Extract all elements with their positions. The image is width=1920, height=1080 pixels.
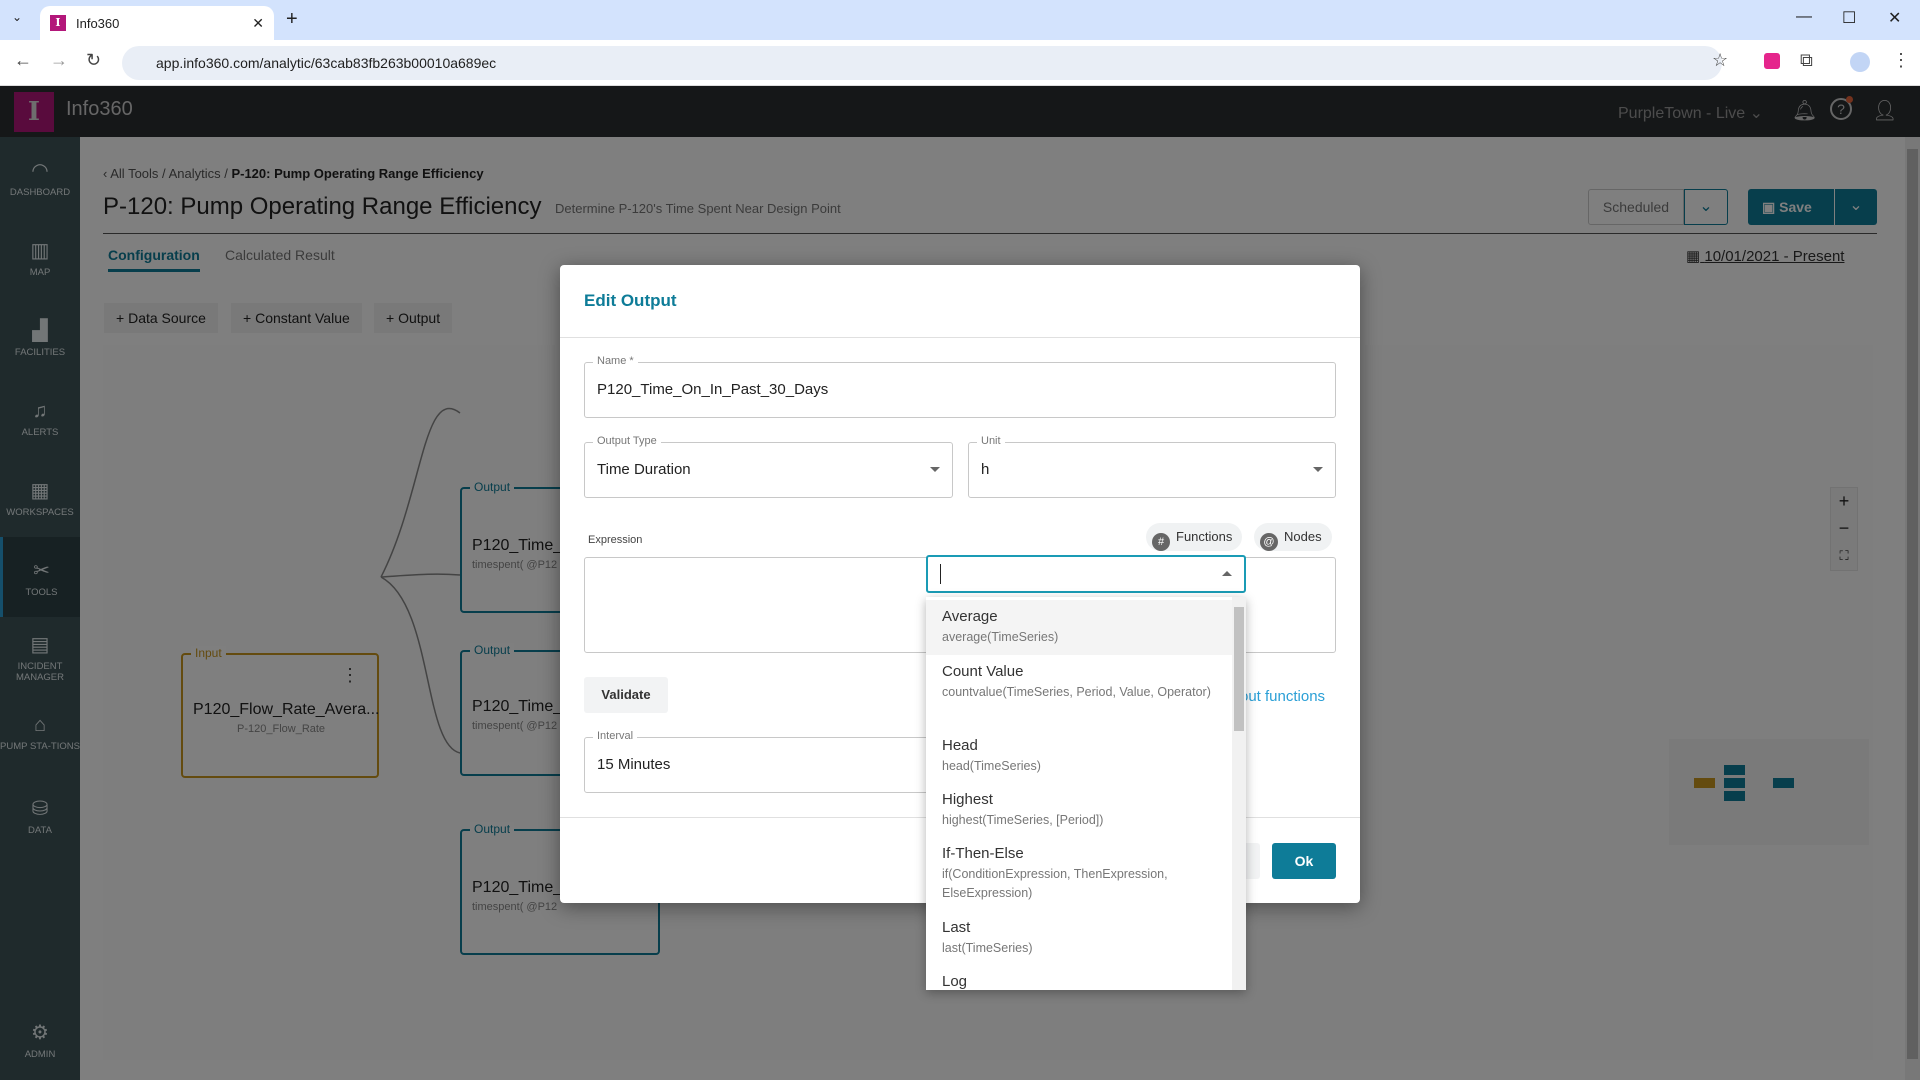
minimize-icon[interactable]: — <box>1796 8 1812 26</box>
caret-up-icon[interactable] <box>1222 571 1232 576</box>
dialog-title: Edit Output <box>584 291 677 311</box>
text-cursor <box>940 564 941 584</box>
ok-button[interactable]: Ok <box>1272 843 1336 879</box>
close-window-icon[interactable]: ✕ <box>1888 8 1901 28</box>
function-option-highest[interactable]: Highesthighest(TimeSeries, [Period]) <box>926 783 1232 838</box>
function-search-input[interactable] <box>926 555 1246 593</box>
new-tab-icon[interactable]: + <box>286 8 298 31</box>
interval-select[interactable]: Interval15 Minutes <box>584 737 984 793</box>
extension-icon[interactable] <box>1764 53 1780 69</box>
unit-select[interactable]: Unith <box>968 442 1336 498</box>
output-type-select[interactable]: Output TypeTime Duration <box>584 442 953 498</box>
profile-avatar-icon[interactable] <box>1850 52 1870 72</box>
reload-icon[interactable]: ↻ <box>86 50 101 71</box>
caret-down-icon <box>930 467 940 472</box>
function-dropdown-list: Averageaverage(TimeSeries) Count Valueco… <box>926 597 1246 990</box>
dropdown-scrollbar[interactable] <box>1232 597 1246 990</box>
function-option-head[interactable]: Headhead(TimeSeries) <box>926 729 1232 784</box>
name-field[interactable]: Name *P120_Time_On_In_Past_30_Days <box>584 362 1336 418</box>
function-option-average[interactable]: Averageaverage(TimeSeries) <box>926 600 1232 655</box>
validate-button[interactable]: Validate <box>584 677 668 713</box>
hash-icon: # <box>1152 533 1170 551</box>
at-icon: @ <box>1260 533 1278 551</box>
close-tab-icon[interactable]: ✕ <box>252 15 264 32</box>
function-option-if-then-else[interactable]: If-Then-Elseif(ConditionExpression, Then… <box>926 837 1232 911</box>
tab-title: Info360 <box>76 16 119 31</box>
address-bar-row: ← → ↻ app.info360.com/analytic/63cab83fb… <box>0 40 1920 86</box>
caret-down-icon <box>1313 467 1323 472</box>
browser-tab[interactable]: I Info360 ✕ <box>40 6 274 40</box>
function-option-count-value[interactable]: Count Valuecountvalue(TimeSeries, Period… <box>926 655 1232 710</box>
browser-tab-bar: ⌄ I Info360 ✕ + — ☐ ✕ <box>0 0 1920 40</box>
forward-icon[interactable]: → <box>50 50 68 71</box>
bookmark-star-icon[interactable]: ☆ <box>1712 50 1728 71</box>
function-option-last[interactable]: Lastlast(TimeSeries) <box>926 911 1232 966</box>
dialog-header-divider <box>560 337 1360 338</box>
expression-label: Expression <box>588 534 642 546</box>
tab-list-chevron-icon[interactable]: ⌄ <box>12 10 22 24</box>
maximize-icon[interactable]: ☐ <box>1842 8 1856 28</box>
back-icon[interactable]: ← <box>14 50 32 71</box>
browser-menu-icon[interactable]: ⋮ <box>1892 50 1910 71</box>
extensions-puzzle-icon[interactable]: ⧉ <box>1800 50 1813 71</box>
about-functions-link[interactable]: out functions <box>1240 688 1325 705</box>
scrollbar-thumb[interactable] <box>1234 607 1244 731</box>
function-option-log[interactable]: Log <box>926 965 1232 990</box>
nodes-button[interactable]: @Nodes <box>1254 523 1332 551</box>
favicon-icon: I <box>50 15 66 31</box>
url-input[interactable]: app.info360.com/analytic/63cab83fb263b00… <box>122 46 1722 80</box>
functions-button[interactable]: #Functions <box>1146 523 1242 551</box>
